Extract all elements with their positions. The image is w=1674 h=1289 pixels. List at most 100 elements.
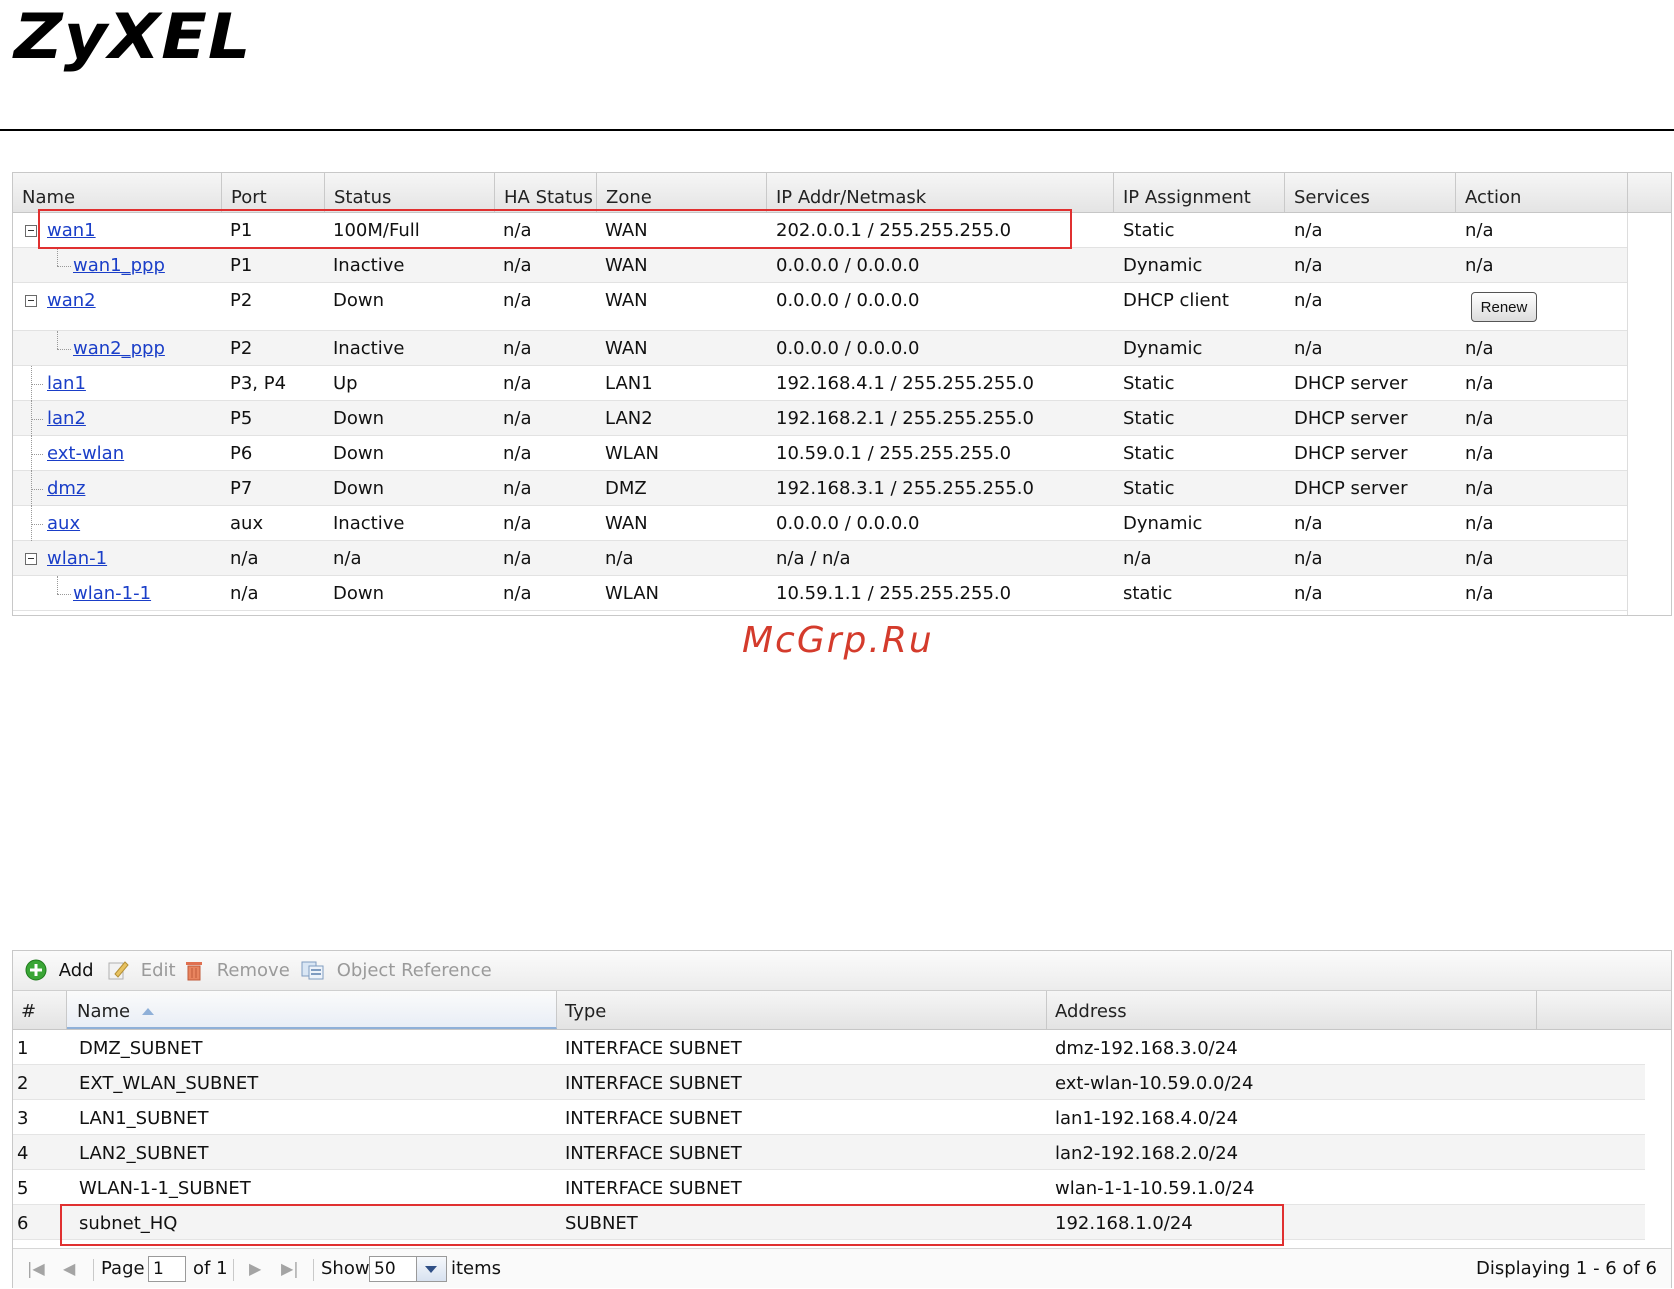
col-address[interactable]: Address — [1047, 991, 1537, 1029]
cell-action: n/a — [1465, 443, 1494, 464]
pagination-bar: |◀ ◀ Page 1 of 1 ▶ ▶| Show 50 items Disp… — [13, 1248, 1671, 1288]
interface-row[interactable]: dmz P7 Down n/a DMZ 192.168.3.1 / 255.255.255… — [13, 471, 1628, 506]
edit-icon — [108, 961, 129, 980]
last-page-icon[interactable]: ▶| — [281, 1249, 299, 1289]
cell-port: P6 — [230, 443, 253, 464]
cell-status: Down — [333, 583, 385, 604]
interface-name-link[interactable]: wan2 — [47, 283, 96, 319]
cell-assign: Static — [1123, 443, 1175, 464]
interface-name-link[interactable]: aux — [47, 506, 80, 542]
interface-row[interactable]: aux aux Inactive n/a WAN 0.0.0.0 / 0.0.0.0 Dyn… — [13, 506, 1628, 541]
address-row[interactable]: 1 DMZ_SUBNET INTERFACE SUBNET dmz-192.168.3… — [13, 1030, 1645, 1065]
chevron-down-icon[interactable] — [417, 1256, 447, 1282]
collapse-icon[interactable] — [25, 553, 37, 565]
address-cell-address: wlan-1-1-10.59.1.0/24 — [1055, 1178, 1255, 1199]
address-cell-address: ext-wlan-10.59.0.0/24 — [1055, 1073, 1254, 1094]
cell-ha: n/a — [503, 338, 532, 359]
cell-action: n/a — [1465, 583, 1494, 604]
col-ha-status[interactable]: HA Status — [495, 173, 597, 212]
page-size-select[interactable]: 50 — [369, 1256, 417, 1282]
cell-assign: n/a — [1123, 548, 1152, 569]
cell-ha: n/a — [503, 290, 532, 311]
edit-button[interactable]: Edit — [107, 951, 176, 991]
cell-services: n/a — [1294, 338, 1323, 359]
col-name[interactable]: Name — [13, 173, 222, 212]
col-services[interactable]: Services — [1285, 173, 1456, 212]
cell-port: P2 — [230, 338, 253, 359]
interface-row[interactable]: wan1_ppp P1 Inactive n/a WAN 0.0.0.0 / 0.0.0.… — [13, 248, 1628, 283]
address-cell-type: INTERFACE SUBNET — [565, 1038, 742, 1059]
cell-action: n/a — [1465, 338, 1494, 359]
cell-assign: Static — [1123, 408, 1175, 429]
collapse-icon[interactable] — [25, 225, 37, 237]
interface-name-link[interactable]: lan2 — [47, 401, 86, 437]
col-type[interactable]: Type — [557, 991, 1047, 1029]
cell-ha: n/a — [503, 443, 532, 464]
cell-status: n/a — [333, 548, 362, 569]
col-number[interactable]: # — [13, 991, 67, 1029]
interface-name-link[interactable]: wan2_ppp — [73, 331, 165, 367]
col-zone[interactable]: Zone — [597, 173, 767, 212]
interface-name-link[interactable]: wlan-1-1 — [73, 576, 151, 612]
collapse-icon[interactable] — [25, 295, 37, 307]
address-row[interactable]: 3 LAN1_SUBNET INTERFACE SUBNET lan1-192.168… — [13, 1100, 1645, 1135]
cell-assign: static — [1123, 583, 1173, 604]
next-page-icon[interactable]: ▶ — [249, 1249, 261, 1289]
address-cell-num: 6 — [17, 1213, 29, 1234]
trash-icon — [186, 962, 202, 981]
address-cell-address: lan1-192.168.4.0/24 — [1055, 1108, 1239, 1129]
page-number-input[interactable]: 1 — [148, 1256, 186, 1282]
pager-separator — [313, 1259, 314, 1281]
cell-zone: WLAN — [605, 443, 660, 464]
col-port[interactable]: Port — [222, 173, 325, 212]
remove-button[interactable]: Remove — [183, 951, 290, 991]
address-cell-num: 3 — [17, 1108, 29, 1129]
address-cell-type: INTERFACE SUBNET — [565, 1073, 742, 1094]
interface-row[interactable]: lan1 P3, P4 Up n/a LAN1 192.168.4.1 / 255.255… — [13, 366, 1628, 401]
address-row[interactable]: 5 WLAN-1-1_SUBNET INTERFACE SUBNET wlan-1-1… — [13, 1170, 1645, 1205]
cell-action: n/a — [1465, 373, 1494, 394]
interface-name-link[interactable]: lan1 — [47, 366, 86, 402]
cell-ip: 0.0.0.0 / 0.0.0.0 — [776, 513, 920, 534]
add-button[interactable]: Add — [25, 951, 94, 991]
zyxel-logo: ZyXEL — [14, 0, 252, 73]
renew-button[interactable]: Renew — [1471, 292, 1537, 322]
cell-assign: Dynamic — [1123, 255, 1203, 276]
cell-action: n/a — [1465, 478, 1494, 499]
cell-services: DHCP server — [1294, 408, 1408, 429]
interface-table-scroll-area[interactable] — [1627, 213, 1671, 615]
col-ip-assignment[interactable]: IP Assignment — [1114, 173, 1285, 212]
interface-row[interactable]: wan2_ppp P2 Inactive n/a WAN 0.0.0.0 / 0.0.0.… — [13, 331, 1628, 366]
watermark-text: McGrp.Ru — [742, 620, 934, 661]
tree-connector — [57, 248, 58, 266]
col-name-label: Name — [77, 1001, 131, 1022]
address-row[interactable]: 4 LAN2_SUBNET INTERFACE SUBNET lan2-192.168… — [13, 1135, 1645, 1170]
add-icon — [25, 959, 47, 981]
address-row[interactable]: 2 EXT_WLAN_SUBNET INTERFACE SUBNET ext-wlan… — [13, 1065, 1645, 1100]
interface-row[interactable]: wlan-1-1 n/a Down n/a WLAN 10.59.1.1 / 255.25… — [13, 576, 1628, 611]
interface-row[interactable]: wlan-1 n/a n/a n/a n/a n/a / n/a n/a n/a n/a — [13, 541, 1628, 576]
cell-action: n/a — [1465, 548, 1494, 569]
interface-row[interactable]: wan2 P2 Down n/a WAN 0.0.0.0 / 0.0.0.0 DHCP cl… — [13, 283, 1628, 331]
interface-row[interactable]: ext-wlan P6 Down n/a WLAN 10.59.0.1 / 255.255… — [13, 436, 1628, 471]
cell-ip: 192.168.4.1 / 255.255.255.0 — [776, 373, 1034, 394]
cell-ha: n/a — [503, 548, 532, 569]
interface-name-link[interactable]: wlan-1 — [47, 541, 107, 577]
col-action[interactable]: Action — [1456, 173, 1628, 212]
col-ip-addr[interactable]: IP Addr/Netmask — [767, 173, 1114, 212]
cell-action: n/a — [1465, 513, 1494, 534]
cell-zone: WAN — [605, 338, 648, 359]
object-reference-button[interactable]: Object Reference — [301, 951, 492, 991]
interface-name-link[interactable]: dmz — [47, 471, 85, 507]
cell-services: n/a — [1294, 513, 1323, 534]
interface-row[interactable]: lan2 P5 Down n/a LAN2 192.168.2.1 / 255.255.2… — [13, 401, 1628, 436]
address-cell-num: 4 — [17, 1143, 29, 1164]
cell-ip: 10.59.0.1 / 255.255.255.0 — [776, 443, 1012, 464]
interface-name-link[interactable]: ext-wlan — [47, 436, 124, 472]
first-page-icon[interactable]: |◀ — [27, 1249, 45, 1289]
interface-name-link[interactable]: wan1_ppp — [73, 248, 165, 284]
object-reference-icon — [301, 961, 324, 980]
col-status[interactable]: Status — [325, 173, 495, 212]
prev-page-icon[interactable]: ◀ — [63, 1249, 75, 1289]
col-name-sorted[interactable]: Name — [67, 991, 557, 1029]
